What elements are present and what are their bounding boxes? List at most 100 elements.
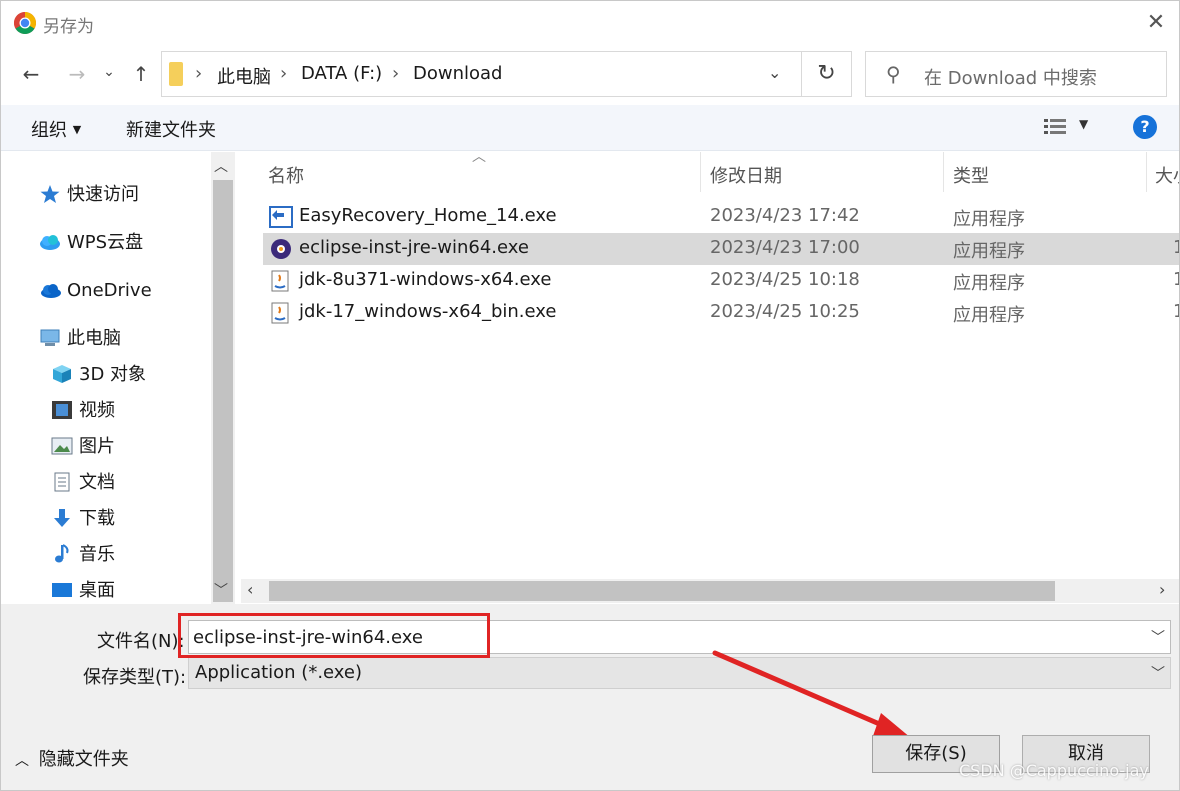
organize-label: 组织 — [31, 120, 67, 141]
breadcrumb-download[interactable]: Download — [413, 63, 502, 84]
music-icon — [51, 544, 73, 564]
sidebar-item-quick-access[interactable]: 快速访问 — [39, 182, 139, 208]
sidebar-item-label: 此电脑 — [67, 328, 121, 349]
up-arrow-icon: ↑ — [132, 62, 150, 86]
breadcrumb-this-pc[interactable]: 此电脑 — [217, 63, 271, 89]
column-divider[interactable] — [1146, 152, 1147, 192]
scrollbar-thumb[interactable] — [269, 581, 1055, 601]
watermark: CSDN @Cappuccino-jay — [959, 761, 1149, 780]
sidebar-item-label: 视频 — [79, 400, 115, 421]
chevron-down-icon[interactable]: ﹀ — [1151, 627, 1165, 647]
chevron-down-icon: ⌄ — [103, 64, 115, 80]
close-button[interactable]: ✕ — [1139, 7, 1173, 39]
file-size: 1 — [1173, 301, 1179, 322]
sidebar-item-label: 下载 — [79, 508, 115, 529]
scroll-right-icon[interactable]: › — [1159, 580, 1165, 599]
view-options-icon[interactable] — [1043, 117, 1067, 139]
refresh-icon: ↻ — [817, 61, 836, 86]
recent-locations-button[interactable]: ⌄ — [97, 57, 121, 87]
desktop-icon — [51, 580, 73, 600]
chevron-right-icon: › — [195, 63, 203, 84]
cube-icon — [51, 364, 73, 384]
refresh-button[interactable]: ↻ — [802, 51, 852, 97]
file-row[interactable]: EasyRecovery_Home_14.exe 2023/4/23 17:42… — [263, 201, 1179, 233]
file-row[interactable]: jdk-8u371-windows-x64.exe 2023/4/25 10:1… — [263, 265, 1179, 297]
file-name: eclipse-inst-jre-win64.exe — [299, 237, 529, 258]
help-button[interactable]: ? — [1133, 115, 1157, 139]
sidebar-item-label: 图片 — [79, 436, 115, 457]
title-bar: 另存为 ✕ — [1, 1, 1179, 45]
folder-icon — [169, 62, 183, 86]
column-divider[interactable] — [700, 152, 701, 192]
address-bar[interactable]: › 此电脑 › DATA (F:) › Download ⌄ — [161, 51, 802, 97]
up-button[interactable]: ↑ — [127, 59, 155, 89]
scrollbar-thumb[interactable] — [213, 180, 233, 602]
computer-icon — [39, 328, 61, 348]
chevron-right-icon: › — [280, 63, 288, 84]
cloud-icon — [39, 232, 61, 252]
column-header-name[interactable]: 名称 — [268, 162, 304, 188]
search-placeholder: 在 Download 中搜索 — [924, 68, 1097, 89]
forward-button[interactable]: → — [63, 59, 91, 89]
column-divider[interactable] — [943, 152, 944, 192]
file-name: jdk-8u371-windows-x64.exe — [299, 269, 552, 290]
column-header-type[interactable]: 类型 — [953, 162, 989, 188]
highlight-box — [178, 613, 490, 658]
scroll-left-icon[interactable]: ‹ — [247, 580, 253, 599]
organize-menu[interactable]: 组织 ▼ — [31, 116, 81, 142]
file-list: ︿ 名称 修改日期 类型 大小 EasyRecovery_Home_14.exe… — [241, 149, 1179, 604]
save-as-dialog: 另存为 ✕ ← → ⌄ ↑ › 此电脑 › DATA (F:) › Downlo… — [0, 0, 1180, 791]
sidebar-scrollbar[interactable]: ︿ ﹀ — [211, 152, 235, 604]
easyrecovery-app-icon — [269, 206, 293, 228]
sidebar-item-documents[interactable]: 文档 — [51, 470, 115, 496]
sidebar-item-this-pc[interactable]: 此电脑 — [39, 326, 121, 352]
file-type: 应用程序 — [953, 209, 1025, 230]
filename-label: 文件名(N): — [97, 631, 185, 652]
file-row-selected[interactable]: eclipse-inst-jre-win64.exe 2023/4/23 17:… — [263, 233, 1179, 265]
back-arrow-icon: ← — [22, 62, 40, 86]
new-folder-button[interactable]: 新建文件夹 — [126, 116, 216, 142]
column-header-modified[interactable]: 修改日期 — [710, 162, 782, 188]
forward-arrow-icon: → — [68, 62, 86, 86]
search-box[interactable]: ⚲ 在 Download 中搜索 — [865, 51, 1167, 97]
hide-folders-label: 隐藏文件夹 — [38, 749, 129, 770]
picture-icon — [51, 436, 73, 456]
sidebar-item-downloads[interactable]: 下载 — [51, 506, 115, 532]
chevron-down-icon: ﹀ — [1151, 666, 1165, 682]
back-button[interactable]: ← — [17, 59, 45, 89]
sidebar-item-label: 3D 对象 — [79, 364, 147, 385]
sidebar-item-onedrive[interactable]: OneDrive — [39, 278, 152, 304]
view-dropdown-icon[interactable]: ▼ — [1079, 117, 1088, 131]
file-type: 应用程序 — [953, 305, 1025, 326]
hide-folders-toggle[interactable]: ︿ 隐藏文件夹 — [15, 745, 129, 771]
caret-up-icon: ︿ — [15, 753, 29, 769]
sidebar-item-videos[interactable]: 视频 — [51, 398, 115, 424]
sidebar-item-label: 音乐 — [79, 544, 115, 565]
file-row[interactable]: jdk-17_windows-x64_bin.exe 2023/4/25 10:… — [263, 297, 1179, 329]
download-icon — [51, 508, 73, 528]
file-name: EasyRecovery_Home_14.exe — [299, 205, 557, 226]
scroll-up-icon[interactable]: ︿ — [214, 156, 228, 176]
file-modified: 2023/4/25 10:25 — [710, 301, 860, 322]
chrome-icon — [14, 12, 36, 34]
star-icon — [39, 184, 61, 204]
filetype-select[interactable]: Application (*.exe) ﹀ — [188, 657, 1171, 689]
search-icon: ⚲ — [886, 62, 901, 86]
sidebar-item-wps-cloud[interactable]: WPS云盘 — [39, 230, 143, 256]
scroll-down-icon[interactable]: ﹀ — [214, 580, 228, 600]
breadcrumb-drive[interactable]: DATA (F:) — [301, 63, 382, 84]
java-installer-icon — [271, 302, 289, 324]
sidebar-item-pictures[interactable]: 图片 — [51, 434, 115, 460]
column-header-size[interactable]: 大小 — [1155, 162, 1179, 188]
file-list-hscrollbar[interactable]: ‹ › — [241, 579, 1179, 603]
file-modified: 2023/4/25 10:18 — [710, 269, 860, 290]
address-dropdown-icon[interactable]: ⌄ — [768, 63, 781, 82]
chevron-right-icon: › — [392, 63, 400, 84]
sidebar-item-music[interactable]: 音乐 — [51, 542, 115, 568]
sidebar-item-label: WPS云盘 — [67, 232, 144, 253]
java-installer-icon — [271, 270, 289, 292]
sidebar-item-desktop[interactable]: 桌面 — [51, 578, 115, 604]
eclipse-app-icon — [271, 239, 291, 259]
sidebar-item-3d-objects[interactable]: 3D 对象 — [51, 362, 146, 388]
file-type: 应用程序 — [953, 273, 1025, 294]
